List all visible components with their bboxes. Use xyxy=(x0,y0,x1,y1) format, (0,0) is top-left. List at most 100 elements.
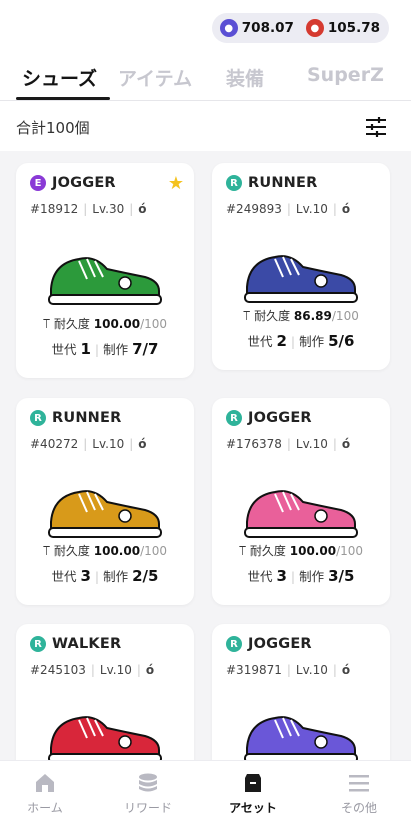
divider: | xyxy=(286,202,291,216)
sneaker-image xyxy=(48,257,162,305)
rarity-badge: R xyxy=(226,636,242,652)
generation-label: 世代 xyxy=(51,569,77,584)
shoe-mark-icon: ó xyxy=(341,437,351,451)
tab-shoes[interactable]: シューズ xyxy=(22,64,97,91)
generation-label: 世代 xyxy=(247,334,273,349)
coins-icon xyxy=(139,773,157,792)
divider: | xyxy=(332,437,337,451)
nav-more-label: その他 xyxy=(340,801,377,815)
red-token-balance: 105.78 xyxy=(327,20,380,36)
nav-more[interactable]: その他 xyxy=(314,771,404,816)
shoe-id: #319871 xyxy=(226,663,282,677)
divider: | xyxy=(94,569,100,584)
shoe-mark-icon: ó xyxy=(341,202,351,216)
shoe-type: WALKER xyxy=(52,636,122,652)
rarity-badge: R xyxy=(226,410,242,426)
divider: | xyxy=(332,202,337,216)
shoe-level: Lv.10 xyxy=(99,663,132,677)
sneaker-image xyxy=(244,490,358,538)
nav-home-label: ホーム xyxy=(27,801,63,815)
durability-row: ⟙ 耐久度 100.00/100 xyxy=(16,315,194,332)
crafted-label: 制作 xyxy=(299,334,325,349)
shoe-card[interactable]: E JOGGER ★ #18912 | Lv.30 | ó ⟙ 耐久度 100.00/100 世代… xyxy=(16,163,194,378)
shoe-mark-icon: ó xyxy=(145,663,155,677)
box-icon xyxy=(245,774,261,792)
generation-value: 3 xyxy=(80,567,91,585)
crafted-value: 5/6 xyxy=(328,332,355,350)
shoe-level: Lv.10 xyxy=(92,437,125,451)
tab-items[interactable]: アイテム xyxy=(118,64,192,91)
category-tabs: シューズ アイテム 装備 SuperZ xyxy=(0,60,411,101)
divider: | xyxy=(290,334,296,349)
durability-label: 耐久度 xyxy=(254,309,291,323)
durability-label: 耐久度 xyxy=(249,544,286,558)
shoe-type: JOGGER xyxy=(52,175,116,191)
card-header: R JOGGER xyxy=(226,636,312,652)
durability-value: 86.89 xyxy=(293,309,332,323)
divider: | xyxy=(129,202,134,216)
divider: | xyxy=(90,663,95,677)
divider: | xyxy=(332,663,337,677)
card-subtitle: #249893 | Lv.10 | ó xyxy=(226,202,350,216)
card-header: R WALKER xyxy=(30,636,121,652)
filter-icon[interactable] xyxy=(365,116,387,138)
nav-rewards[interactable]: リワード xyxy=(103,771,193,816)
card-subtitle: #176378 | Lv.10 | ó xyxy=(226,437,350,451)
crafted-label: 制作 xyxy=(103,342,129,357)
card-header: E JOGGER xyxy=(30,175,116,191)
generation-row: 世代 3 | 制作 2/5 xyxy=(16,566,194,585)
balance-pill[interactable]: ● 708.07 ● 105.78 xyxy=(211,13,389,43)
nav-assets-label: アセット xyxy=(229,801,277,815)
durability-max: /100 xyxy=(331,309,359,323)
generation-value: 2 xyxy=(276,332,287,350)
shoe-type: RUNNER xyxy=(52,410,122,426)
divider: | xyxy=(290,569,296,584)
shoe-id: #245103 xyxy=(30,663,86,677)
red-token-icon: ● xyxy=(305,19,324,37)
card-header: R RUNNER xyxy=(226,175,317,191)
durability-row: ⟙ 耐久度 86.89/100 xyxy=(212,307,390,324)
card-subtitle: #40272 | Lv.10 | ó xyxy=(30,437,147,451)
shoe-id: #249893 xyxy=(226,202,282,216)
durability-row: ⟙ 耐久度 100.00/100 xyxy=(16,542,194,559)
crafted-label: 制作 xyxy=(299,569,325,584)
shoe-level: Lv.10 xyxy=(295,437,328,451)
shoe-card[interactable]: R JOGGER #176378 | Lv.10 | ó ⟙ 耐久度 100.00/100 世代… xyxy=(212,398,390,605)
shoe-mark-icon: ó xyxy=(138,437,147,451)
total-count: 合計100個 xyxy=(16,119,90,137)
tab-equipment[interactable]: 装備 xyxy=(226,64,264,91)
shoe-mark-icon: ó xyxy=(341,663,351,677)
blue-token-icon: ● xyxy=(219,19,238,37)
generation-label: 世代 xyxy=(247,569,273,584)
sneaker-image xyxy=(48,490,162,538)
count-row: 合計100個 xyxy=(0,101,411,151)
divider: | xyxy=(83,437,88,451)
tab-superz[interactable]: SuperZ xyxy=(307,64,384,86)
generation-row: 世代 3 | 制作 3/5 xyxy=(212,566,390,585)
generation-row: 世代 2 | 制作 5/6 xyxy=(212,331,390,350)
menu-icon xyxy=(349,775,369,792)
rarity-badge: R xyxy=(226,175,242,191)
nav-home[interactable]: ホーム xyxy=(0,771,90,816)
durability-value: 100.00 xyxy=(289,544,337,558)
shoe-card[interactable]: R RUNNER #249893 | Lv.10 | ó ⟙ 耐久度 86.89/100 世代 … xyxy=(212,163,390,370)
favorite-star-icon[interactable]: ★ xyxy=(168,173,184,194)
shoe-type: JOGGER xyxy=(248,410,312,426)
shoe-level: Lv.10 xyxy=(295,202,328,216)
durability-row: ⟙ 耐久度 100.00/100 xyxy=(212,542,390,559)
card-header: R RUNNER xyxy=(30,410,121,426)
divider: | xyxy=(286,663,291,677)
home-icon xyxy=(36,774,54,792)
bottom-navigation: ホーム リワード アセット その他 xyxy=(0,760,411,840)
durability-max: /100 xyxy=(336,544,364,558)
nav-assets[interactable]: アセット xyxy=(208,771,298,816)
shoe-card[interactable]: R WALKER #245103 | Lv.10 | ó xyxy=(16,624,194,774)
shoe-id: #40272 xyxy=(30,437,79,451)
durability-label: 耐久度 xyxy=(53,317,90,331)
top-bar: ● 708.07 ● 105.78 シューズ アイテム 装備 SuperZ xyxy=(0,0,411,101)
shoe-card[interactable]: R RUNNER #40272 | Lv.10 | ó ⟙ 耐久度 100.00/100 世代 … xyxy=(16,398,194,605)
crafted-value: 2/5 xyxy=(132,567,159,585)
card-subtitle: #319871 | Lv.10 | ó xyxy=(226,663,350,677)
divider: | xyxy=(94,342,100,357)
shoe-card[interactable]: R JOGGER #319871 | Lv.10 | ó xyxy=(212,624,390,774)
